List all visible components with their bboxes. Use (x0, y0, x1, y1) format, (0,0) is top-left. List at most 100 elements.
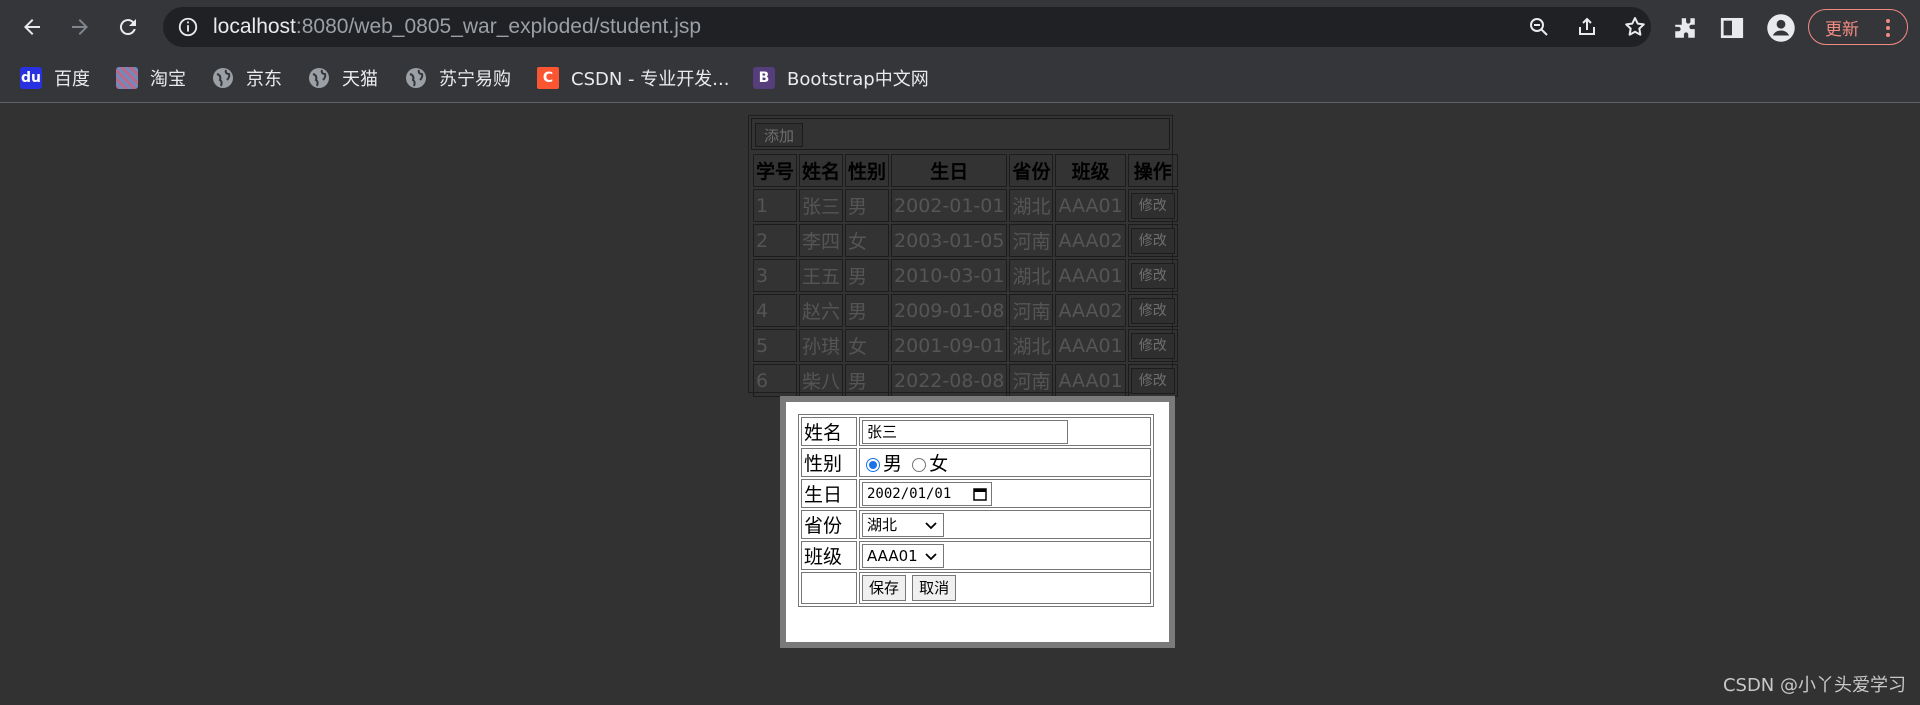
bookmark-star-icon[interactable] (1623, 15, 1647, 39)
form-row-gender: 性别 男 女 (801, 448, 1151, 477)
edit-button[interactable]: 修改 (1130, 332, 1175, 359)
cell-id: 1 (753, 189, 798, 222)
cancel-button[interactable]: 取消 (912, 575, 957, 601)
table-row: 2 李四 女 2003-01-05 河南 AAA02 修改 (753, 224, 1178, 257)
share-icon[interactable] (1575, 15, 1599, 39)
zoom-icon[interactable] (1527, 15, 1551, 39)
birthday-value: 2002/01/01 (867, 485, 952, 502)
cell-birthday: 2009-01-08 (891, 294, 1008, 327)
cell-id: 4 (753, 294, 798, 327)
edit-button[interactable]: 修改 (1130, 192, 1175, 219)
cell-gender: 男 (845, 189, 890, 222)
table-row: 3 王五 男 2010-03-01 湖北 AAA01 修改 (753, 259, 1178, 292)
header-province: 省份 (1009, 154, 1054, 187)
extensions-icon[interactable] (1672, 15, 1698, 41)
bookmark-label: 天猫 (342, 69, 378, 90)
info-icon[interactable] (177, 16, 199, 38)
class-label: 班级 (801, 541, 857, 570)
url-text[interactable]: localhost:8080/web_0805_war_exploded/stu… (213, 16, 701, 38)
edit-button[interactable]: 修改 (1130, 227, 1175, 254)
bookmark-baidu[interactable]: du 百度 (20, 64, 90, 92)
edit-button[interactable]: 修改 (1130, 262, 1175, 289)
cell-name: 李四 (799, 224, 844, 257)
form-row-class: 班级 AAA01 (801, 541, 1151, 570)
url-path: :8080/web_0805_war_exploded/student.jsp (295, 15, 702, 38)
bootstrap-icon: B (753, 67, 775, 89)
globe-icon (213, 68, 233, 88)
gender-male-label: 男 (883, 453, 903, 475)
watermark: CSDN @小丫头爱学习 (1722, 675, 1906, 696)
cell-class: AAA01 (1055, 364, 1126, 397)
back-icon[interactable] (14, 9, 50, 45)
header-class: 班级 (1055, 154, 1126, 187)
cell-birthday: 2003-01-05 (891, 224, 1008, 257)
table-row: 6 柴八 男 2022-08-08 河南 AAA01 修改 (753, 364, 1178, 397)
form-row-birthday: 生日 2002/01/01 (801, 479, 1151, 508)
province-select[interactable]: 湖北 (862, 512, 944, 537)
bookmark-label: CSDN - 专业开发... (571, 69, 730, 90)
header-id: 学号 (753, 154, 798, 187)
bookmark-bootstrap[interactable]: B Bootstrap中文网 (753, 64, 929, 92)
cell-birthday: 2010-03-01 (891, 259, 1008, 292)
csdn-icon: C (537, 67, 559, 89)
student-table: 学号 姓名 性别 生日 省份 班级 操作 1 张三 男 2002-01-01 湖… (751, 152, 1180, 399)
bookmark-suning[interactable]: 苏宁易购 (405, 64, 511, 92)
bookmark-jd[interactable]: 京东 (212, 64, 282, 92)
gender-cell: 男 女 (859, 448, 1151, 477)
edit-button[interactable]: 修改 (1130, 297, 1175, 324)
bookmark-csdn[interactable]: C CSDN - 专业开发... (537, 64, 729, 92)
form-row-actions: 保存 取消 (801, 572, 1151, 604)
globe-icon (309, 68, 329, 88)
cell-action: 修改 (1127, 224, 1178, 257)
bookmark-label: 淘宝 (150, 69, 186, 90)
name-input[interactable]: 张三 (862, 419, 1068, 444)
cell-id: 5 (753, 329, 798, 362)
baidu-icon: du (20, 67, 42, 89)
cell-action: 修改 (1127, 259, 1178, 292)
side-panel-icon[interactable] (1719, 15, 1745, 41)
name-cell: 张三 (859, 417, 1151, 446)
cell-province: 河南 (1009, 294, 1054, 327)
cell-birthday: 2002-01-01 (891, 189, 1008, 222)
class-select[interactable]: AAA01 (862, 543, 944, 568)
address-bar[interactable]: localhost:8080/web_0805_war_exploded/stu… (163, 7, 1651, 47)
calendar-icon[interactable] (973, 487, 987, 501)
edit-button[interactable]: 修改 (1130, 367, 1175, 394)
class-value: AAA01 (867, 546, 918, 565)
actions-cell: 保存 取消 (859, 572, 1151, 604)
bookmark-label: 京东 (246, 69, 282, 90)
bookmark-label: Bootstrap中文网 (787, 69, 929, 90)
profile-icon[interactable] (1766, 13, 1796, 43)
cell-class: AAA01 (1055, 329, 1126, 362)
cell-class: AAA01 (1055, 189, 1126, 222)
bookmark-tmall[interactable]: 天猫 (308, 64, 378, 92)
forward-icon[interactable] (62, 9, 98, 45)
cell-name: 孙琪 (799, 329, 844, 362)
bookmark-taobao[interactable]: 淘宝 (116, 64, 186, 92)
table-row: 4 赵六 男 2009-01-08 河南 AAA02 修改 (753, 294, 1178, 327)
cell-id: 3 (753, 259, 798, 292)
save-button[interactable]: 保存 (862, 575, 907, 601)
birthday-input[interactable]: 2002/01/01 (862, 481, 992, 506)
header-birthday: 生日 (891, 154, 1008, 187)
cell-province: 湖北 (1009, 189, 1054, 222)
cell-action: 修改 (1127, 294, 1178, 327)
cell-name: 王五 (799, 259, 844, 292)
reload-icon[interactable] (110, 9, 146, 45)
gender-male-radio[interactable] (866, 457, 880, 472)
cell-gender: 女 (845, 329, 890, 362)
cell-province: 河南 (1009, 224, 1054, 257)
gender-female-radio[interactable] (912, 457, 927, 472)
cell-action: 修改 (1127, 364, 1178, 397)
update-label: 更新 (1825, 19, 1859, 40)
empty-cell (801, 572, 857, 604)
add-button[interactable]: 添加 (755, 123, 803, 147)
cell-class: AAA02 (1055, 294, 1126, 327)
update-button[interactable]: 更新 (1808, 9, 1908, 45)
taobao-icon (116, 67, 138, 89)
add-row: 添加 (751, 118, 1170, 150)
cell-action: 修改 (1127, 189, 1178, 222)
chevron-down-icon (925, 552, 937, 560)
bookmarks-bar: du 百度 淘宝 京东 天猫 苏宁易购 C CSDN - 专业开发... B Boot… (0, 54, 1920, 103)
header-action: 操作 (1127, 154, 1178, 187)
